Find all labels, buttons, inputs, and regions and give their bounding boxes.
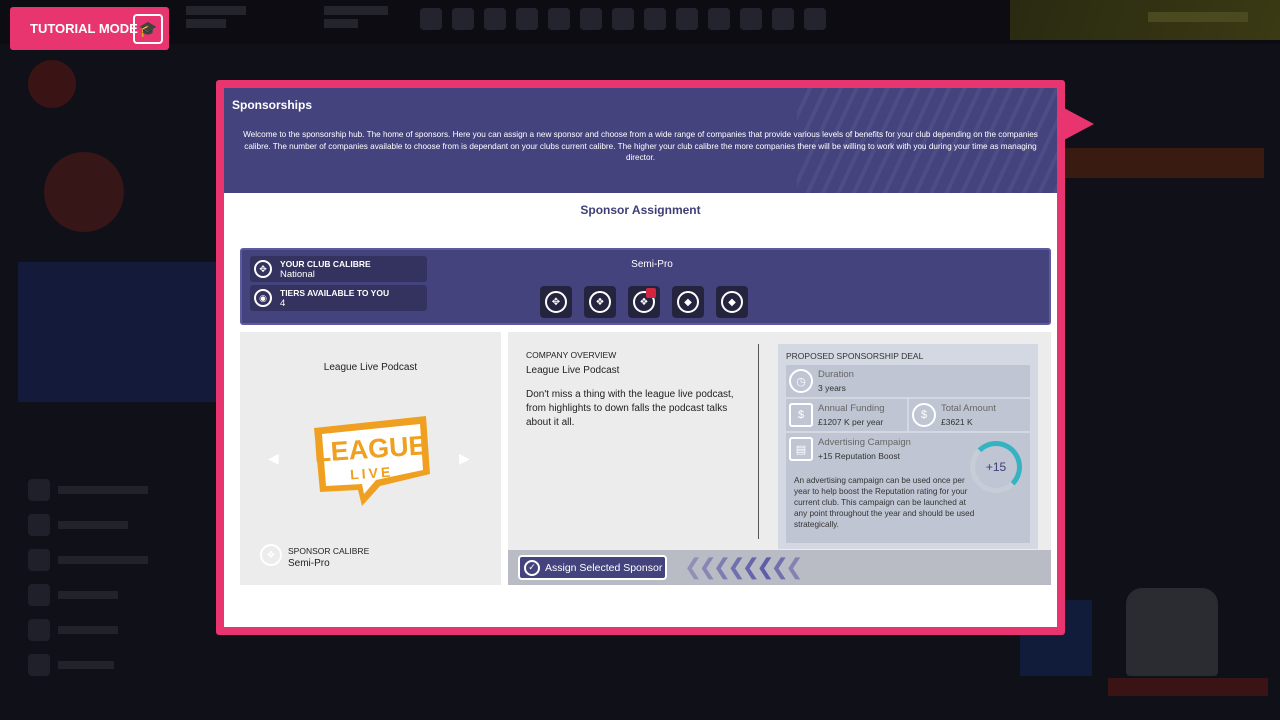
game-screen: TUTORIAL MODE 🎓 Sponsorships Welcome to … [0, 0, 1280, 720]
overview-description: Don't miss a thing with the league live … [526, 389, 734, 428]
total-label: Total Amount [941, 403, 996, 414]
assign-selected-sponsor-button[interactable]: ✓ Assign Selected Sponsor [518, 555, 667, 580]
funding-label: Annual Funding [818, 403, 885, 414]
funding-value: £1207 K per year [818, 417, 884, 427]
nav-icon [804, 8, 826, 30]
assign-button-label: Assign Selected Sponsor [545, 561, 663, 574]
top-nav-icons [420, 8, 826, 30]
continue-button-dimmed [1010, 0, 1280, 40]
nav-icon [452, 8, 474, 30]
modal-header: Sponsorships Welcome to the sponsorship … [224, 88, 1057, 193]
nav-icon [772, 8, 794, 30]
nav-icon [548, 8, 570, 30]
check-circle-icon: ✓ [524, 559, 540, 576]
nav-icon [612, 8, 634, 30]
sponsor-calibre-value: Semi-Pro [288, 558, 330, 569]
dollar-icon: $ [789, 403, 813, 427]
nav-icon [740, 8, 762, 30]
nav-icon [644, 8, 666, 30]
overview-company: League Live Podcast [526, 365, 620, 376]
tutorial-mode-label: TUTORIAL MODE [30, 21, 138, 36]
nav-icon [580, 8, 602, 30]
annual-funding-box: $ Annual Funding £1207 K per year [786, 399, 907, 431]
svg-text:LIVE: LIVE [350, 464, 394, 483]
duration-box: ◷ Duration 3 years [786, 365, 1030, 397]
action-bar: ✓ Assign Selected Sponsor ❮ ❮ ❮ ❮ ❮ ❮ ❮ ❮ [508, 550, 1051, 585]
modal-content: Sponsorships Welcome to the sponsorship … [224, 88, 1057, 627]
away-kit-dimmed [1126, 588, 1218, 676]
sponsor-calibre-icon: ❖ [260, 544, 282, 566]
calibre-bar: ✥ YOUR CLUB CALIBRE National ◉ TIERS AVA… [240, 248, 1051, 325]
clock-icon: ◷ [789, 369, 813, 393]
sponsorship-deal-panel: PROPOSED SPONSORSHIP DEAL ◷ Duration 3 y… [778, 344, 1038, 549]
selected-tier-marker [646, 288, 656, 298]
right-bar-dimmed [1064, 148, 1264, 178]
league-live-logo: LEAGUE LIVE [313, 416, 430, 506]
sponsor-calibre-label: SPONSOR CALIBRE [288, 546, 370, 556]
overview-heading: COMPANY OVERVIEW [526, 350, 617, 360]
calibre-icon: ✥ [254, 260, 272, 278]
advertising-campaign-box: ▤ Advertising Campaign +15 Reputation Bo… [786, 433, 1030, 543]
modal-title: Sponsorships [232, 98, 313, 112]
selected-tier-name: Semi-Pro [631, 259, 673, 270]
reputation-boost-value: +15 [985, 460, 1007, 474]
club-calibre-label: YOUR CLUB CALIBRE [280, 259, 371, 269]
club-crest-small [28, 60, 76, 108]
total-value: £3621 K [941, 417, 973, 427]
reputation-boost-ring: +15 [970, 441, 1022, 493]
duration-label: Duration [818, 369, 854, 380]
bar-chart-icon: ▤ [789, 437, 813, 461]
prev-sponsor-arrow-icon[interactable]: ◀ [268, 450, 279, 467]
sponsor-card: League Live Podcast ◀ ▶ LEAGUE LIVE ❖ SP… [240, 332, 501, 585]
duration-value: 3 years [818, 383, 846, 393]
tier-button-1[interactable]: ✥ [540, 286, 572, 318]
sponsor-name: League Live Podcast [323, 362, 418, 373]
campaign-label: Advertising Campaign [818, 437, 911, 448]
left-panel-dimmed [18, 262, 218, 402]
tier-button-2[interactable]: ❖ [584, 286, 616, 318]
list-item [28, 647, 268, 682]
campaign-value: +15 Reputation Boost [818, 451, 900, 461]
nav-icon [676, 8, 698, 30]
company-overview-card: COMPANY OVERVIEW League Live Podcast Don… [508, 332, 1051, 585]
date-placeholder [186, 6, 246, 28]
club-crest-large [44, 152, 124, 232]
nav-icon [420, 8, 442, 30]
tier-2-icon: ❖ [589, 291, 611, 313]
tiers-available-pill: ◉ TIERS AVAILABLE TO YOU 4 [250, 285, 427, 311]
tier-5-icon: ◆ [721, 291, 743, 313]
away-label-dimmed [1108, 678, 1268, 696]
sponsorship-tutorial-modal: Sponsorships Welcome to the sponsorship … [216, 80, 1065, 635]
tier-button-5[interactable]: ◆ [716, 286, 748, 318]
deal-heading: PROPOSED SPONSORSHIP DEAL [786, 351, 924, 361]
next-sponsor-arrow-icon[interactable]: ▶ [459, 450, 470, 467]
tier-4-icon: ◆ [677, 291, 699, 313]
tier-selector: ✥ ❖ ❖ ◆ ◆ [540, 286, 748, 318]
next-match-placeholder [324, 6, 388, 28]
modal-description: Welcome to the sponsorship hub. The home… [243, 130, 1038, 162]
club-calibre-pill: ✥ YOUR CLUB CALIBRE National [250, 256, 427, 282]
modal-pointer [1064, 108, 1094, 140]
tiers-available-value: 4 [280, 298, 286, 309]
divider [758, 344, 759, 539]
graduation-cap-icon: 🎓 [133, 14, 163, 44]
tiers-available-label: TIERS AVAILABLE TO YOU [280, 288, 390, 298]
tier-button-3[interactable]: ❖ [628, 286, 660, 318]
campaign-description: An advertising campaign can be used once… [794, 476, 975, 529]
club-calibre-value: National [280, 269, 315, 280]
chevron-arrows-icon: ❮ ❮ ❮ ❮ ❮ ❮ ❮ ❮ [684, 554, 804, 579]
top-bar [0, 0, 1280, 44]
total-amount-box: $ Total Amount £3621 K [909, 399, 1030, 431]
tutorial-mode-badge[interactable]: TUTORIAL MODE 🎓 [10, 7, 169, 50]
tiers-icon: ◉ [254, 289, 272, 307]
nav-icon [516, 8, 538, 30]
nav-icon [484, 8, 506, 30]
nav-icon [708, 8, 730, 30]
tier-button-4[interactable]: ◆ [672, 286, 704, 318]
total-dollar-icon: $ [912, 403, 936, 427]
tier-1-icon: ✥ [545, 291, 567, 313]
section-title: Sponsor Assignment [580, 203, 701, 217]
